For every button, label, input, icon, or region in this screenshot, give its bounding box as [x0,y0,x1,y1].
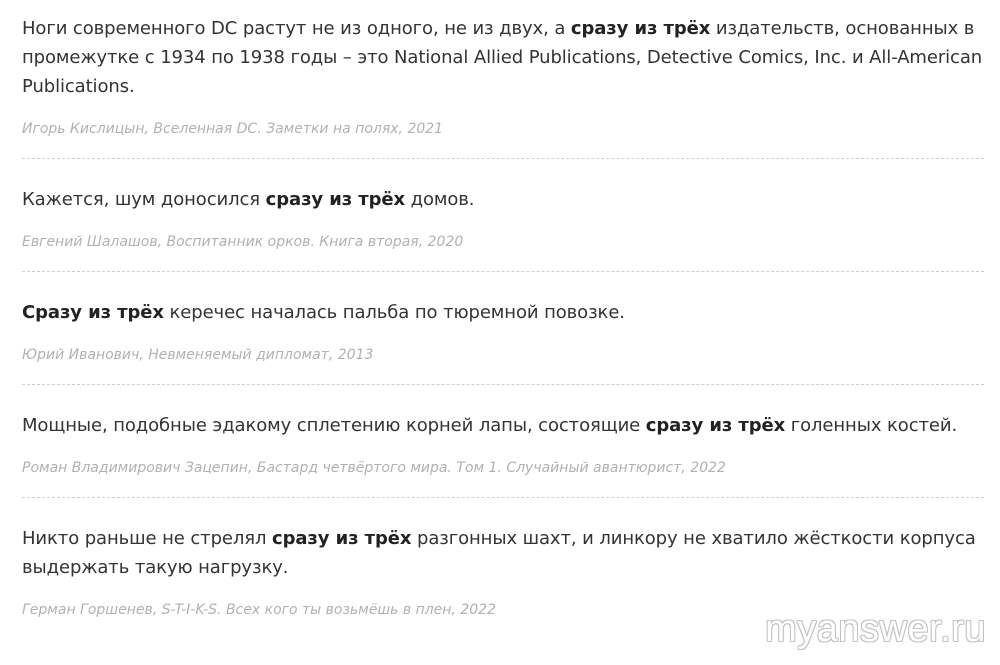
quote-text: Ноги современного DC растут не из одного… [22,14,984,101]
quote-entry: Ноги современного DC растут не из одного… [22,14,984,159]
quote-text: Никто раньше не стрелял сразу из трёх ра… [22,524,984,582]
quote-text-before: Ноги современного DC растут не из одного… [22,18,571,39]
quote-text: Кажется, шум доносился сразу из трёх дом… [22,185,984,214]
quote-entry: Никто раньше не стрелял сразу из трёх ра… [22,524,984,619]
quote-text-after: голенных костей. [785,415,958,436]
quote-text-after: керечес началась пальба по тюремной пово… [163,302,625,323]
quote-text-before: Кажется, шум доносился [22,189,266,210]
quote-highlight: Сразу из трёх [22,302,164,323]
quote-highlight: сразу из трёх [570,18,711,39]
quote-highlight: сразу из трёх [645,415,786,436]
quote-text-before: Мощные, подобные эдакому сплетению корне… [22,415,646,436]
quote-text-after: домов. [405,189,475,210]
quote-source[interactable]: Юрий Иванович, Невменяемый дипломат, 201… [22,327,984,384]
quote-highlight: сразу из трёх [265,189,406,210]
quote-entry: Сразу из трёх керечес началась пальба по… [22,298,984,385]
quotes-list: Ноги современного DC растут не из одного… [22,14,984,619]
quote-text-before: Никто раньше не стрелял [22,528,273,549]
quote-entry: Мощные, подобные эдакому сплетению корне… [22,411,984,498]
quote-highlight: сразу из трёх [272,528,412,549]
quote-text: Мощные, подобные эдакому сплетению корне… [22,411,984,440]
quote-text: Сразу из трёх керечес началась пальба по… [22,298,984,327]
quote-source[interactable]: Игорь Кислицын, Вселенная DC. Заметки на… [22,101,984,158]
site-watermark: myanswer.ru [765,608,986,650]
quote-source[interactable]: Роман Владимирович Зацепин, Бастард четв… [22,440,984,497]
quote-source[interactable]: Евгений Шалашов, Воспитанник орков. Книг… [22,214,984,271]
quote-entry: Кажется, шум доносился сразу из трёх дом… [22,185,984,272]
